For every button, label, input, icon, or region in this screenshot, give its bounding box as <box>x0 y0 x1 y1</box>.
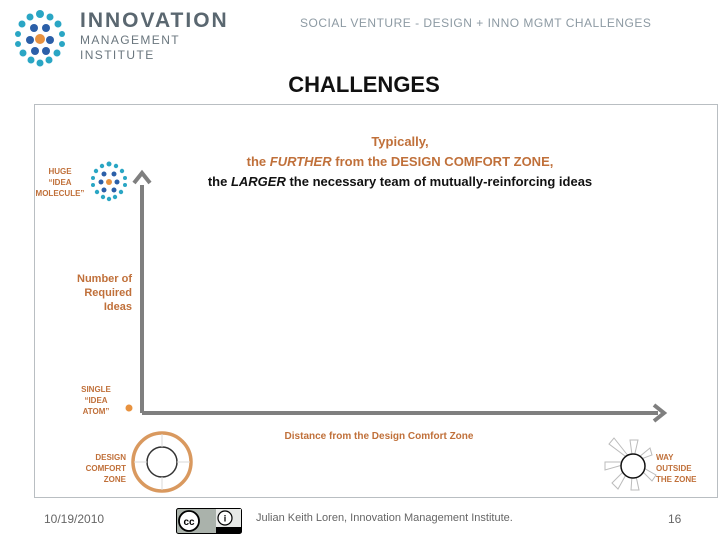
y-axis-label-line-3: Ideas <box>103 301 132 313</box>
huge-label-line-1: HUGE <box>48 167 72 176</box>
design-label-line-1: DESIGN <box>95 453 126 462</box>
comfort-zone-target-icon <box>131 431 193 493</box>
way-label-line-1: WAY <box>656 453 674 462</box>
y-axis-label-line-1: Number of <box>77 273 132 285</box>
y-axis-label-line-2: Required <box>84 287 132 299</box>
cc-icon-text: cc <box>183 517 195 528</box>
creative-commons-badge[interactable]: cc i <box>176 508 242 534</box>
attribution-icon-text: i <box>224 514 227 524</box>
way-label-line-2: OUTSIDE <box>656 464 692 473</box>
x-axis-label: Distance from the Design Comfort Zone <box>284 431 474 442</box>
huge-idea-molecule-label: HUGE “IDEA MOLECULE” <box>30 166 90 199</box>
y-axis-arrow <box>132 169 152 413</box>
design-label-line-3: ZONE <box>103 475 126 484</box>
way-label-line-3: THE ZONE <box>656 475 697 484</box>
footer-date: 10/19/2010 <box>44 512 105 526</box>
x-axis-arrow <box>142 403 668 423</box>
single-label-line-2: “IDEA <box>84 396 108 405</box>
single-idea-atom-label: SINGLE “IDEA ATOM” <box>74 384 118 417</box>
single-label-line-1: SINGLE <box>81 385 111 394</box>
design-label-line-2: COMFORT <box>85 464 126 473</box>
idea-atom-icon <box>125 404 133 412</box>
outside-zone-burst-icon <box>604 437 657 491</box>
design-comfort-zone-label: DESIGN COMFORT ZONE <box>76 452 126 485</box>
idea-molecule-icon <box>91 161 127 202</box>
huge-label-line-3: MOLECULE” <box>35 189 85 198</box>
footer-credit: Julian Keith Loren, Innovation Managemen… <box>256 512 513 524</box>
single-label-line-3: ATOM” <box>82 407 110 416</box>
y-axis-label: Number of Required Ideas <box>62 272 132 314</box>
page-number: 16 <box>668 512 682 526</box>
way-outside-zone-label: WAY OUTSIDE THE ZONE <box>656 452 716 485</box>
huge-label-line-2: “IDEA <box>48 178 72 187</box>
